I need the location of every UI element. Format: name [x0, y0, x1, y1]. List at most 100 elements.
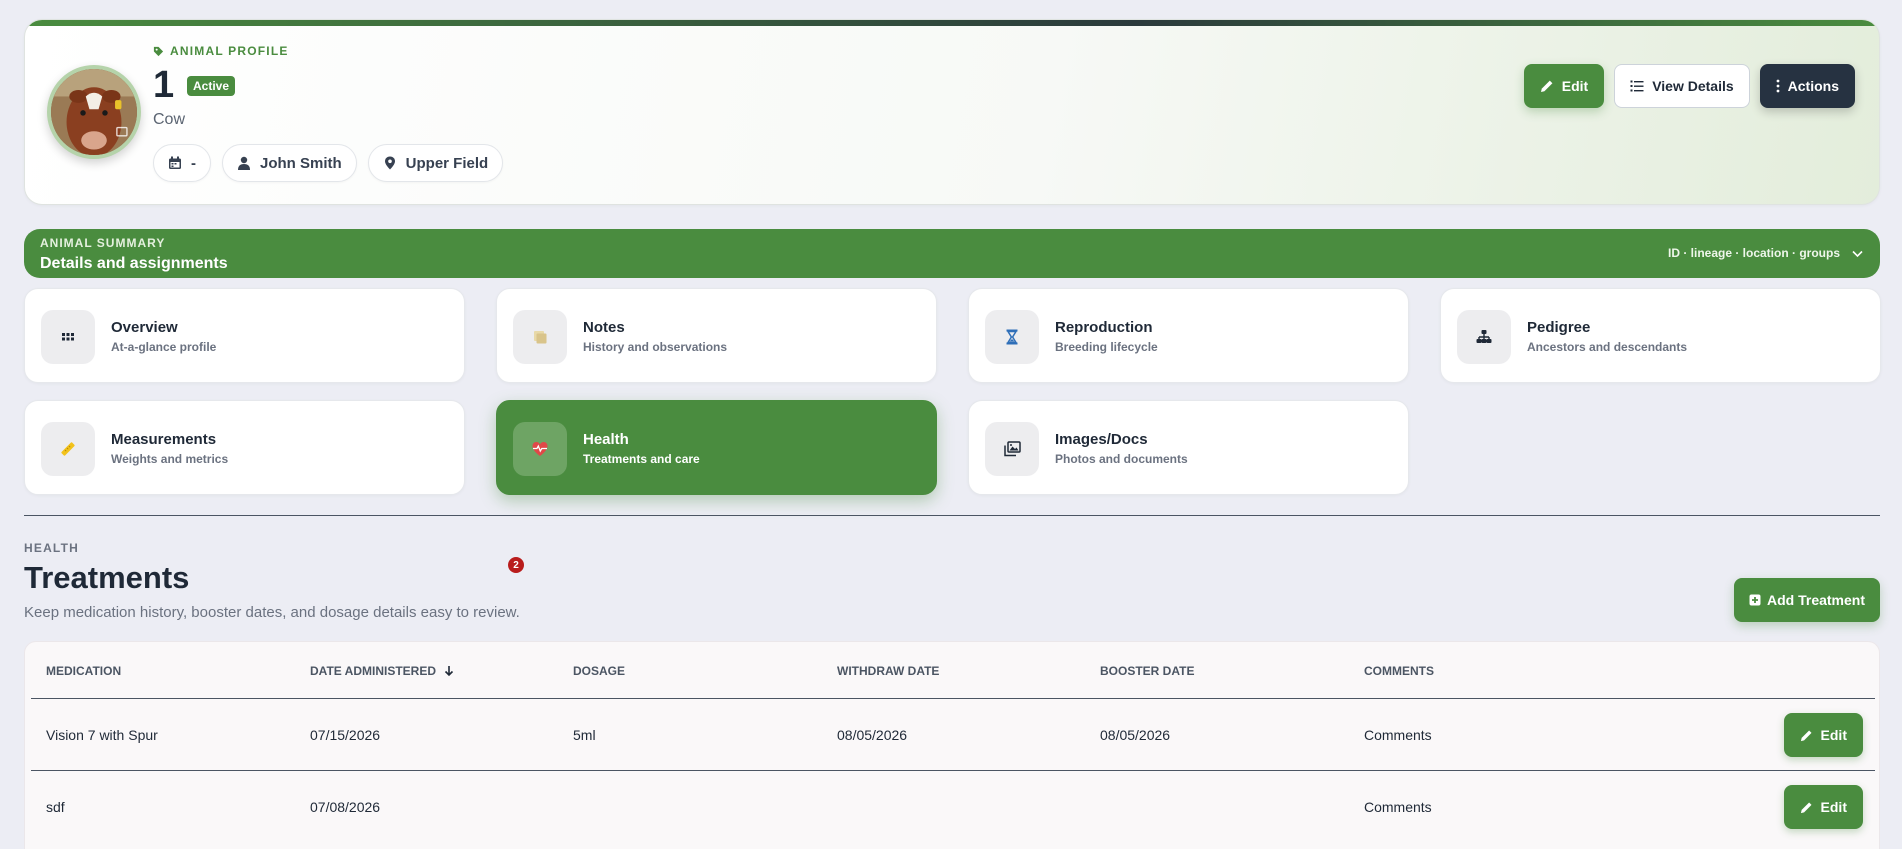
chevron-down-icon	[1852, 250, 1863, 258]
profile-chips: - John Smith Upper Field	[153, 144, 504, 182]
nav-tile-measurements[interactable]: Measurements Weights and metrics	[24, 400, 465, 495]
tile-subtitle: History and observations	[583, 340, 728, 354]
section-divider	[24, 515, 1880, 516]
column-header-date-administered[interactable]: DATE ADMINISTERED	[310, 664, 454, 678]
tile-subtitle: Breeding lifecycle	[1055, 340, 1158, 354]
nav-tile-notes[interactable]: Notes History and observations	[496, 288, 937, 383]
hourglass-icon	[1006, 329, 1018, 345]
tile-subtitle: Photos and documents	[1055, 452, 1188, 466]
health-eyebrow: HEALTH	[24, 541, 79, 555]
row-divider	[31, 698, 1875, 699]
tag-icon	[153, 46, 164, 56]
add-treatment-label: Add Treatment	[1766, 592, 1865, 608]
profile-accent-bar	[25, 20, 1879, 26]
cell-comments: Comments	[1364, 727, 1432, 743]
cell-booster-date: 08/05/2026	[1100, 727, 1171, 743]
sort-arrow-down-icon	[444, 666, 454, 677]
tile-title: Health	[583, 431, 629, 448]
cow-photo	[51, 69, 137, 155]
tile-title: Pedigree	[1527, 319, 1591, 336]
list-icon	[1630, 80, 1644, 92]
view-details-button[interactable]: View Details	[1614, 64, 1750, 108]
add-treatment-button[interactable]: Add Treatment	[1733, 578, 1880, 622]
summary-hint: ID · lineage · location · groups	[1667, 246, 1840, 260]
birth-date-chip: -	[153, 144, 211, 182]
profile-eyebrow-label: ANIMAL PROFILE	[170, 44, 289, 58]
tile-icon-box	[513, 310, 567, 364]
edit-animal-label: Edit	[1561, 78, 1589, 94]
status-badge: Active	[187, 76, 236, 96]
edit-treatment-button[interactable]: Edit	[1783, 785, 1863, 829]
map-pin-icon	[384, 156, 395, 170]
summary-title: Details and assignments	[40, 255, 228, 272]
plus-square-icon	[1749, 594, 1761, 606]
column-header-label: DOSAGE	[573, 664, 626, 678]
nav-tile-images-docs[interactable]: Images/Docs Photos and documents	[968, 400, 1409, 495]
tile-title: Notes	[583, 319, 625, 336]
sitemap-icon	[1476, 330, 1492, 343]
column-header-dosage[interactable]: DOSAGE	[573, 664, 625, 678]
kebab-icon	[1776, 79, 1780, 93]
column-header-label: COMMENTS	[1364, 664, 1434, 678]
location-chip: Upper Field	[367, 144, 504, 182]
tile-icon-box	[985, 422, 1039, 476]
cell-date-administered: 07/15/2026	[310, 727, 381, 743]
treatments-title: Treatments	[24, 560, 190, 595]
edit-treatment-label: Edit	[1820, 799, 1847, 815]
ruler-icon	[61, 442, 75, 456]
animal-summary-toggle[interactable]: ANIMAL SUMMARY Details and assignments I…	[24, 229, 1880, 278]
row-divider	[31, 770, 1875, 771]
owner-value: John Smith	[260, 154, 342, 172]
animal-profile-card: ANIMAL PROFILE 1 Active Cow - John Smith	[24, 19, 1880, 205]
treatments-table: MEDICATION DATE ADMINISTERED DOSAGE WITH…	[24, 641, 1880, 849]
animal-species: Cow	[153, 111, 186, 128]
profile-actions: Edit View Details Actions	[1523, 64, 1855, 108]
tile-subtitle: Weights and metrics	[111, 452, 229, 466]
edit-treatment-label: Edit	[1820, 727, 1847, 743]
calendar-icon	[169, 156, 181, 169]
tile-icon-box	[1457, 310, 1511, 364]
tile-icon-box	[41, 422, 95, 476]
animal-id: 1	[153, 64, 175, 106]
birth-date-value: -	[191, 154, 196, 172]
nav-tile-pedigree[interactable]: Pedigree Ancestors and descendants	[1440, 288, 1881, 383]
actions-menu-button[interactable]: Actions	[1759, 64, 1855, 108]
column-header-label: MEDICATION	[46, 664, 122, 678]
nav-tile-health[interactable]: Health Treatments and care	[496, 400, 937, 495]
treatments-count-badge: 2	[508, 557, 524, 573]
pencil-icon	[1800, 729, 1812, 741]
cell-medication: Vision 7 with Spur	[46, 727, 158, 743]
nav-tile-reproduction[interactable]: Reproduction Breeding lifecycle	[968, 288, 1409, 383]
grid-icon	[62, 333, 74, 341]
pencil-icon	[1540, 80, 1553, 92]
column-header-label: BOOSTER DATE	[1100, 664, 1195, 678]
heart-pulse-icon	[532, 442, 548, 456]
column-header-label: DATE ADMINISTERED	[310, 664, 436, 678]
user-icon	[238, 156, 250, 170]
tile-subtitle: Ancestors and descendants	[1527, 340, 1688, 354]
images-icon	[1004, 441, 1021, 457]
nav-tile-overview[interactable]: Overview At-a-glance profile	[24, 288, 465, 383]
edit-animal-button[interactable]: Edit	[1523, 64, 1605, 108]
location-value: Upper Field	[405, 154, 489, 172]
tile-icon-box	[41, 310, 95, 364]
animal-avatar[interactable]	[47, 65, 141, 159]
tile-title: Measurements	[111, 431, 217, 448]
cell-dosage: 5ml	[573, 727, 596, 743]
tile-title: Reproduction	[1055, 319, 1153, 336]
column-header-withdraw-date[interactable]: WITHDRAW DATE	[837, 664, 939, 678]
column-header-comments[interactable]: COMMENTS	[1364, 664, 1434, 678]
cell-date-administered: 07/08/2026	[310, 799, 381, 815]
notes-icon	[534, 331, 547, 344]
column-header-booster-date[interactable]: BOOSTER DATE	[1100, 664, 1194, 678]
edit-treatment-button[interactable]: Edit	[1783, 713, 1863, 757]
column-header-label: WITHDRAW DATE	[837, 664, 940, 678]
cell-withdraw-date: 08/05/2026	[837, 727, 908, 743]
tile-subtitle: At-a-glance profile	[111, 340, 217, 354]
cell-comments: Comments	[1364, 799, 1432, 815]
tile-icon-box	[985, 310, 1039, 364]
pencil-icon	[1800, 801, 1812, 813]
tile-title: Overview	[111, 319, 178, 336]
column-header-medication[interactable]: MEDICATION	[46, 664, 121, 678]
profile-eyebrow: ANIMAL PROFILE	[153, 44, 289, 58]
